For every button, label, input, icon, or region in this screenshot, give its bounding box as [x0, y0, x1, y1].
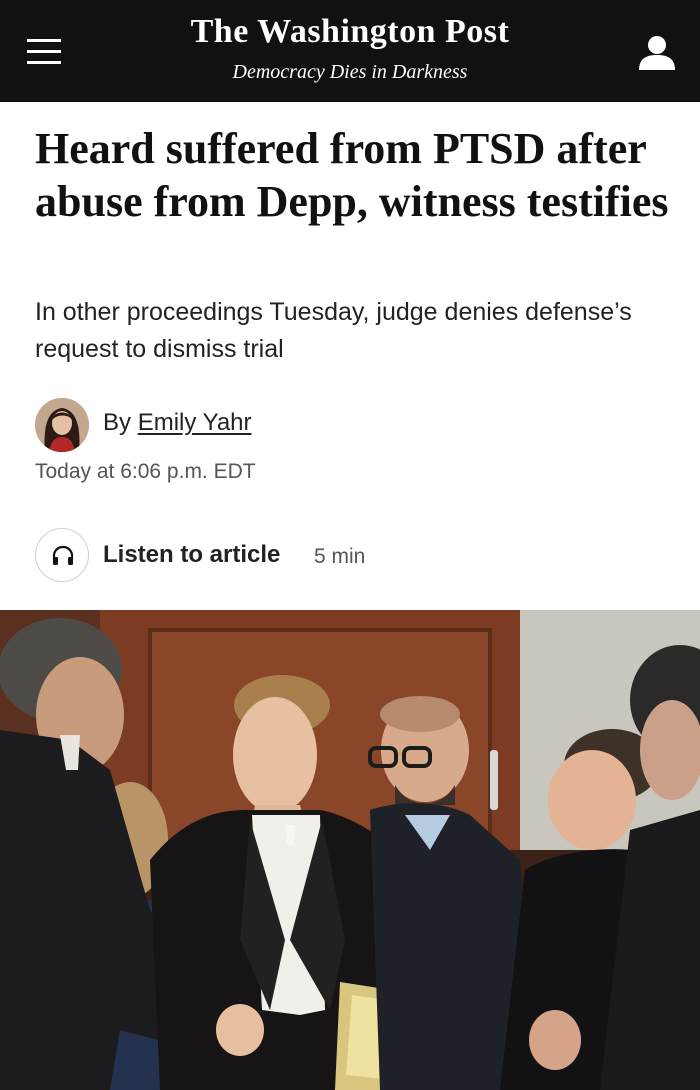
article-lead-photo[interactable]	[0, 610, 700, 1090]
hamburger-menu-icon[interactable]	[25, 35, 63, 69]
user-account-icon[interactable]	[636, 34, 678, 72]
headphones-icon	[52, 545, 74, 565]
author-link[interactable]: Emily Yahr	[138, 409, 252, 436]
publish-timestamp: Today at 6:06 p.m. EDT	[35, 460, 256, 483]
site-header: The Washington Post Democracy Dies in Da…	[0, 0, 700, 102]
listen-to-article-label[interactable]: Listen to article	[103, 540, 280, 570]
listen-duration: 5 min	[314, 545, 366, 568]
site-tagline: Democracy Dies in Darkness	[232, 61, 468, 83]
byline: By Emily Yahr	[103, 408, 252, 438]
article-headline: Heard suffered from PTSD after abuse fro…	[35, 124, 669, 226]
article-subheadline: In other proceedings Tuesday, judge deni…	[35, 298, 632, 363]
author-avatar[interactable]	[35, 398, 89, 452]
site-logo[interactable]: The Washington Post	[150, 10, 550, 54]
masthead[interactable]: The Washington Post Democracy Dies in Da…	[150, 10, 550, 85]
listen-button[interactable]	[35, 528, 89, 582]
byline-prefix: By	[103, 409, 132, 436]
